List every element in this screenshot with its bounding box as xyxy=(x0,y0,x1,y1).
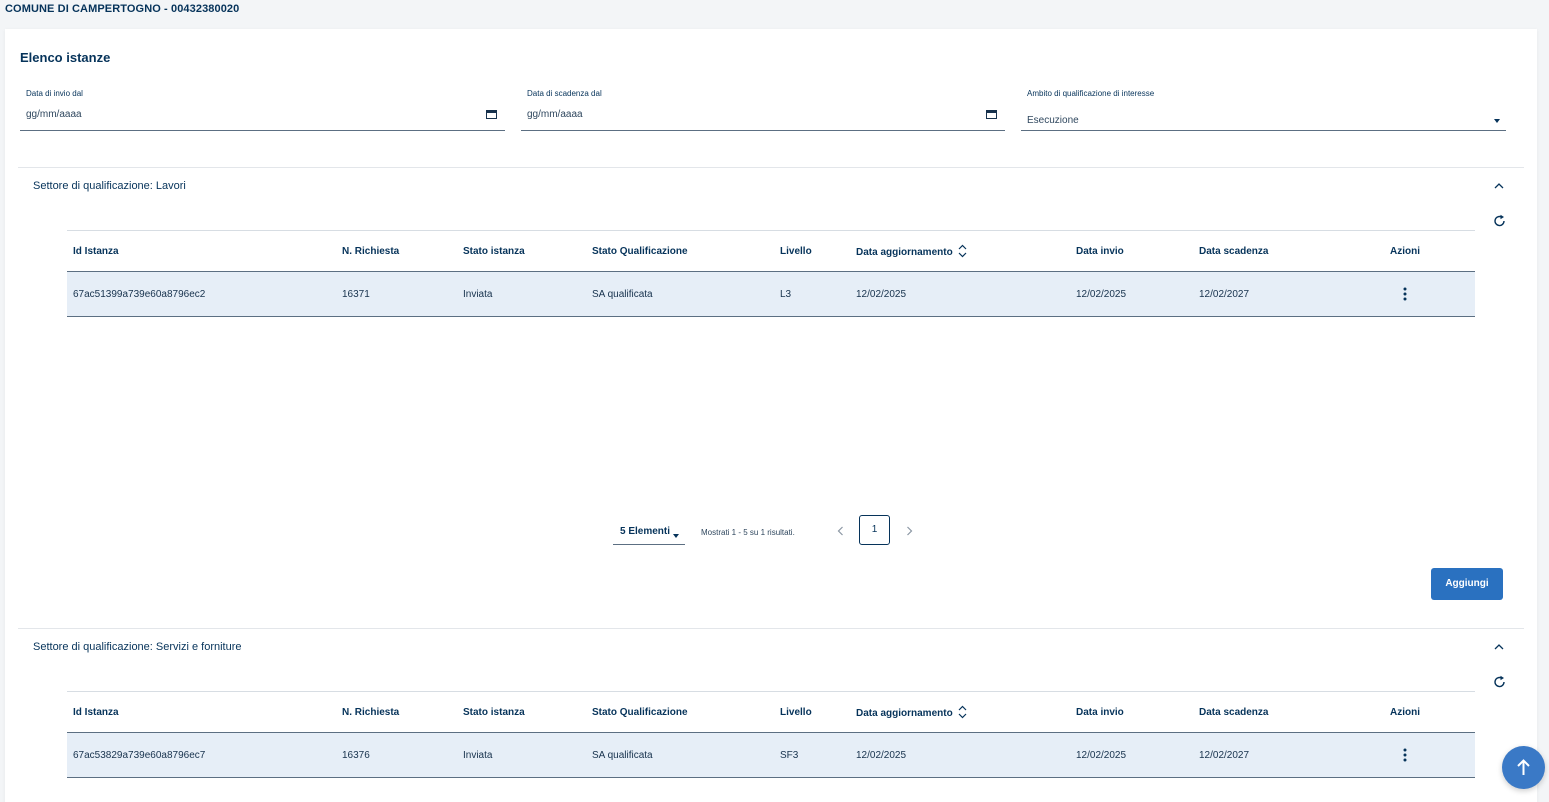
table-header: Id Istanza N. Richiesta Stato istanza St… xyxy=(67,691,1475,733)
date-input-invio[interactable]: gg/mm/aaaa xyxy=(26,109,82,120)
kebab-menu-icon[interactable] xyxy=(1403,748,1407,762)
arrow-up-icon xyxy=(1517,759,1530,775)
column-header: Id Istanza xyxy=(73,707,119,718)
cell-livello: SF3 xyxy=(780,750,799,761)
calendar-icon[interactable] xyxy=(486,109,497,119)
chevron-right-icon[interactable] xyxy=(906,526,913,536)
column-header-sortable[interactable]: Data aggiornamento xyxy=(856,705,967,719)
column-header-sortable[interactable]: Data aggiornamento xyxy=(856,244,967,258)
pagination-info: Mostrati 1 - 5 su 1 risultati. xyxy=(701,528,795,537)
table-header: Id Istanza N. Richiesta Stato istanza St… xyxy=(67,230,1475,272)
sort-icon[interactable] xyxy=(958,705,967,719)
cell-n-richiesta: 16371 xyxy=(342,289,370,300)
column-header-label: Data aggiornamento xyxy=(856,708,953,719)
cell-stato-qualificazione: SA qualificata xyxy=(592,750,653,761)
filter-label: Data di scadenza dal xyxy=(527,89,602,98)
refresh-icon[interactable] xyxy=(1493,675,1507,689)
cell-id: 67ac51399a739e60a8796ec2 xyxy=(73,289,206,300)
table-servizi: Id Istanza N. Richiesta Stato istanza St… xyxy=(67,691,1475,779)
column-header: Data scadenza xyxy=(1199,707,1269,718)
column-header: Stato istanza xyxy=(463,707,525,718)
column-header: N. Richiesta xyxy=(342,246,400,257)
main-card: Elenco istanze Data di invio dal gg/mm/a… xyxy=(5,29,1537,802)
table-row[interactable]: 67ac53829a739e60a8796ec7 16376 Inviata S… xyxy=(67,733,1475,778)
section-title-lavori[interactable]: Settore di qualificazione: Lavori xyxy=(33,180,186,192)
cell-data-invio: 12/02/2025 xyxy=(1076,750,1127,761)
sort-icon[interactable] xyxy=(958,244,967,258)
column-header: Stato Qualificazione xyxy=(592,246,688,257)
cell-data-aggiornamento: 12/02/2025 xyxy=(856,289,907,300)
add-button[interactable]: Aggiungi xyxy=(1431,568,1503,600)
kebab-menu-icon[interactable] xyxy=(1403,287,1407,301)
column-header: Livello xyxy=(780,246,812,257)
column-header: Data invio xyxy=(1076,707,1124,718)
cell-data-aggiornamento: 12/02/2025 xyxy=(856,750,907,761)
page-size-select[interactable]: 5 Elementi xyxy=(613,518,685,545)
refresh-icon[interactable] xyxy=(1493,214,1507,228)
chevron-up-icon[interactable] xyxy=(1494,182,1504,189)
ambito-select[interactable]: Esecuzione xyxy=(1027,115,1079,126)
caret-down-icon[interactable] xyxy=(1494,119,1500,123)
caret-down-icon xyxy=(673,534,679,538)
cell-stato-qualificazione: SA qualificata xyxy=(592,289,653,300)
section-title-servizi[interactable]: Settore di qualificazione: Servizi e for… xyxy=(33,641,242,653)
calendar-icon[interactable] xyxy=(986,109,997,119)
filter-label: Data di invio dal xyxy=(26,89,83,98)
filter-label: Ambito di qualificazione di interesse xyxy=(1027,89,1155,98)
cell-stato-istanza: Inviata xyxy=(463,289,493,300)
cell-data-invio: 12/02/2025 xyxy=(1076,289,1127,300)
cell-data-scadenza: 12/02/2027 xyxy=(1199,289,1250,300)
cell-id: 67ac53829a739e60a8796ec7 xyxy=(73,750,206,761)
column-header: Azioni xyxy=(1390,246,1420,257)
column-header: Id Istanza xyxy=(73,246,119,257)
cell-stato-istanza: Inviata xyxy=(463,750,493,761)
table-lavori: Id Istanza N. Richiesta Stato istanza St… xyxy=(67,230,1475,318)
scroll-to-top-button[interactable] xyxy=(1502,746,1545,789)
chevron-left-icon[interactable] xyxy=(837,526,844,536)
page-number-current[interactable]: 1 xyxy=(859,515,890,545)
page-size-label: 5 Elementi xyxy=(620,526,671,537)
column-header: Stato istanza xyxy=(463,246,525,257)
cell-data-scadenza: 12/02/2027 xyxy=(1199,750,1250,761)
table-row[interactable]: 67ac51399a739e60a8796ec2 16371 Inviata S… xyxy=(67,272,1475,317)
column-header: Azioni xyxy=(1390,707,1420,718)
filter-data-invio[interactable]: Data di invio dal gg/mm/aaaa xyxy=(20,89,505,131)
filter-ambito[interactable]: Ambito di qualificazione di interesse Es… xyxy=(1021,89,1506,131)
column-header: Stato Qualificazione xyxy=(592,707,688,718)
column-header: Data scadenza xyxy=(1199,246,1269,257)
column-header: Data invio xyxy=(1076,246,1124,257)
column-header: Livello xyxy=(780,707,812,718)
column-header: N. Richiesta xyxy=(342,707,400,718)
cell-livello: L3 xyxy=(780,289,792,300)
page-title: Elenco istanze xyxy=(20,50,111,65)
section-divider xyxy=(18,167,1524,168)
org-header: COMUNE DI CAMPERTOGNO - 00432380020 xyxy=(5,3,240,15)
column-header-label: Data aggiornamento xyxy=(856,247,953,258)
section-divider xyxy=(18,628,1524,629)
chevron-up-icon[interactable] xyxy=(1494,643,1504,650)
date-input-scadenza[interactable]: gg/mm/aaaa xyxy=(527,109,583,120)
cell-n-richiesta: 16376 xyxy=(342,750,370,761)
filter-data-scadenza[interactable]: Data di scadenza dal gg/mm/aaaa xyxy=(521,89,1005,131)
